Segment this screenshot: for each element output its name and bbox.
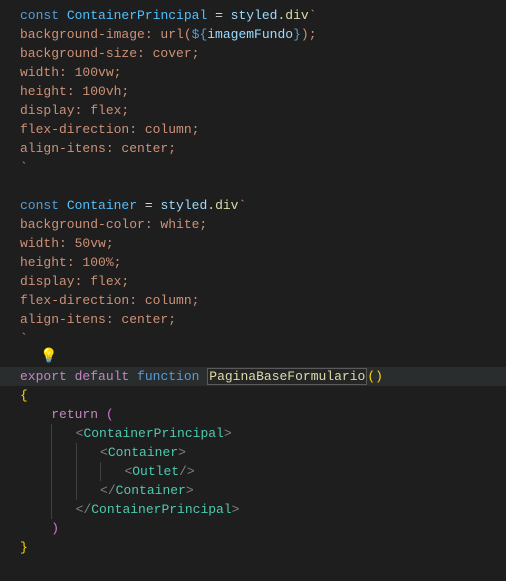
- text: =: [207, 8, 230, 23]
- code-line: </ContainerPrincipal>: [20, 500, 506, 519]
- code-line: background-color: white;: [20, 215, 506, 234]
- code-line: <Container>: [20, 443, 506, 462]
- code-line: </Container>: [20, 481, 506, 500]
- code-line: <Outlet/>: [20, 462, 506, 481]
- code-line: width: 100vw;: [20, 63, 506, 82]
- text: : 50vw;: [59, 236, 114, 251]
- property: div: [285, 8, 308, 23]
- code-line: ): [20, 519, 506, 538]
- property: div: [215, 198, 238, 213]
- brace: }: [20, 540, 28, 555]
- text: : 100%;: [67, 255, 122, 270]
- code-line: {: [20, 386, 506, 405]
- text: : flex;: [75, 274, 130, 289]
- tag-name: Outlet: [132, 464, 179, 479]
- interp: ${: [192, 27, 208, 42]
- text: : column;: [129, 122, 199, 137]
- keyword: export: [20, 369, 67, 384]
- object: styled: [160, 198, 207, 213]
- tag-bracket: <: [100, 445, 108, 460]
- css-prop: width: [20, 236, 59, 251]
- text: =: [137, 198, 160, 213]
- tag-name: Container: [116, 483, 186, 498]
- code-line-active: export default function PaginaBaseFormul…: [0, 367, 506, 386]
- text: : white;: [145, 217, 207, 232]
- tag-bracket: >: [186, 483, 194, 498]
- tag-bracket: >: [232, 502, 240, 517]
- code-line: <ContainerPrincipal>: [20, 424, 506, 443]
- text: : url(: [145, 27, 192, 42]
- code-line: flex-direction: column;: [20, 291, 506, 310]
- code-line: align-itens: center;: [20, 310, 506, 329]
- tag-bracket: </: [100, 483, 116, 498]
- text: : 100vh;: [67, 84, 129, 99]
- text: : center;: [106, 312, 176, 327]
- code-line: align-itens: center;: [20, 139, 506, 158]
- object: styled: [231, 8, 278, 23]
- backtick: `: [20, 160, 28, 175]
- code-line: display: flex;: [20, 101, 506, 120]
- code-editor[interactable]: const ContainerPrincipal = styled.div` b…: [0, 0, 506, 563]
- paren: (): [367, 369, 383, 384]
- paren: ): [51, 521, 59, 536]
- lightbulb-icon[interactable]: 💡: [40, 348, 57, 367]
- tag-name: ContainerPrincipal: [83, 426, 223, 441]
- code-line: const ContainerPrincipal = styled.div`: [20, 6, 506, 25]
- text: : cover;: [137, 46, 199, 61]
- text: : flex;: [75, 103, 130, 118]
- variable: ContainerPrincipal: [67, 8, 207, 23]
- brace: {: [20, 388, 28, 403]
- variable: imagemFundo: [207, 27, 293, 42]
- variable: Container: [67, 198, 137, 213]
- code-line: width: 50vw;: [20, 234, 506, 253]
- code-line: background-size: cover;: [20, 44, 506, 63]
- backtick: `: [238, 198, 246, 213]
- code-line: background-image: url(${imagemFundo});: [20, 25, 506, 44]
- tag-bracket: >: [224, 426, 232, 441]
- code-line: const Container = styled.div`: [20, 196, 506, 215]
- text: : 100vw;: [59, 65, 121, 80]
- code-line: `: [20, 329, 506, 348]
- code-line: return (: [20, 405, 506, 424]
- keyword: const: [20, 8, 59, 23]
- backtick: `: [20, 331, 28, 346]
- css-prop: align-itens: [20, 312, 106, 327]
- css-prop: display: [20, 274, 75, 289]
- text: );: [301, 27, 317, 42]
- keyword: return: [51, 407, 98, 422]
- code-line: flex-direction: column;: [20, 120, 506, 139]
- keyword: default: [75, 369, 130, 384]
- function-name-selected: PaginaBaseFormulario: [207, 368, 367, 385]
- code-line: height: 100%;: [20, 253, 506, 272]
- tag-bracket: </: [76, 502, 92, 517]
- css-prop: align-itens: [20, 141, 106, 156]
- backtick: `: [309, 8, 317, 23]
- css-prop: background-image: [20, 27, 145, 42]
- blank-line: [20, 177, 506, 196]
- tag-bracket: >: [178, 445, 186, 460]
- tag-name: ContainerPrincipal: [91, 502, 231, 517]
- code-line: height: 100vh;: [20, 82, 506, 101]
- code-line: }: [20, 538, 506, 557]
- interp: }: [293, 27, 301, 42]
- css-prop: height: [20, 255, 67, 270]
- css-prop: flex-direction: [20, 122, 129, 137]
- keyword: const: [20, 198, 59, 213]
- tag-bracket: />: [179, 464, 195, 479]
- code-line: display: flex;: [20, 272, 506, 291]
- paren: (: [98, 407, 114, 422]
- css-prop: flex-direction: [20, 293, 129, 308]
- tag-name: Container: [108, 445, 178, 460]
- text: .: [207, 198, 215, 213]
- css-prop: display: [20, 103, 75, 118]
- css-prop: background-size: [20, 46, 137, 61]
- keyword: function: [137, 369, 199, 384]
- code-line: `: [20, 158, 506, 177]
- css-prop: width: [20, 65, 59, 80]
- lightbulb-line: 💡: [20, 348, 506, 367]
- css-prop: background-color: [20, 217, 145, 232]
- text: : center;: [106, 141, 176, 156]
- css-prop: height: [20, 84, 67, 99]
- text: : column;: [129, 293, 199, 308]
